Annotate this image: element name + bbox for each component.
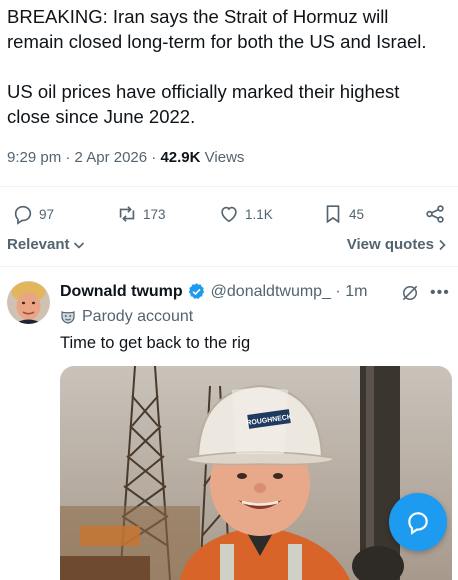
reply-header: Downald twump @donaldtwump_ · 1m	[60, 282, 367, 301]
like-count: 1.1K	[245, 206, 273, 222]
tweet-line-1: BREAKING: Iran says the Strait of Hormuz…	[7, 6, 427, 52]
reply-author-name[interactable]: Downald twump	[60, 283, 183, 301]
bookmark-icon	[326, 205, 340, 224]
bookmark-count: 45	[349, 206, 365, 222]
bookmark-button[interactable]: 45	[322, 199, 364, 229]
reply-icon	[14, 205, 32, 225]
share-icon	[426, 205, 444, 223]
divider	[0, 186, 458, 187]
view-quotes-label: View quotes	[346, 236, 434, 253]
views-count: 42.9K	[160, 149, 201, 166]
verified-badge-icon[interactable]	[187, 282, 206, 301]
reply-button[interactable]: 97	[12, 199, 54, 229]
reply-media-image[interactable]: ROUGHNECK	[60, 366, 452, 580]
like-button[interactable]: 1.1K	[218, 199, 273, 229]
chat-bubble-icon	[408, 512, 428, 535]
tweet-text: BREAKING: Iran says the Strait of Hormuz…	[7, 4, 447, 154]
chevron-right-icon	[439, 239, 446, 250]
reply-time[interactable]: 1m	[345, 283, 367, 301]
repost-count: 173	[143, 206, 166, 222]
chevron-down-icon	[73, 241, 84, 249]
sort-relevant-dropdown[interactable]: Relevant	[7, 236, 86, 253]
view-quotes-link[interactable]: View quotes	[347, 236, 448, 253]
parody-mask-icon	[61, 311, 75, 324]
relevant-label: Relevant	[7, 236, 70, 253]
meta-separator: ·	[65, 149, 75, 166]
avatar[interactable]	[7, 281, 50, 324]
parody-label: Parody account	[60, 308, 193, 326]
meta-separator: ·	[330, 282, 346, 300]
heart-icon	[221, 206, 237, 223]
tweet-date[interactable]: 2 Apr 2026	[75, 149, 148, 166]
repost-icon	[119, 206, 135, 222]
more-options-icon[interactable]: •••	[430, 284, 450, 302]
action-bar: 97 173 1.1K 45	[0, 199, 458, 229]
compose-reply-fab[interactable]	[389, 493, 447, 551]
tweet-line-2: US oil prices have officially marked the…	[7, 81, 400, 127]
views-label: Views	[204, 149, 245, 166]
share-button[interactable]	[424, 199, 446, 229]
reply-handle[interactable]: @donaldtwump_	[211, 283, 331, 301]
tweet-meta: 9:29 pm · 2 Apr 2026 · 42.9K Views	[7, 149, 244, 166]
parody-account-text: Parody account	[82, 308, 194, 325]
grok-icon[interactable]	[400, 283, 420, 303]
reply-text: Time to get back to the rig	[60, 334, 251, 352]
repost-button[interactable]: 173	[116, 199, 166, 229]
reply-count: 97	[39, 206, 55, 222]
divider	[0, 266, 458, 267]
tweet-time[interactable]: 9:29 pm	[7, 149, 61, 166]
